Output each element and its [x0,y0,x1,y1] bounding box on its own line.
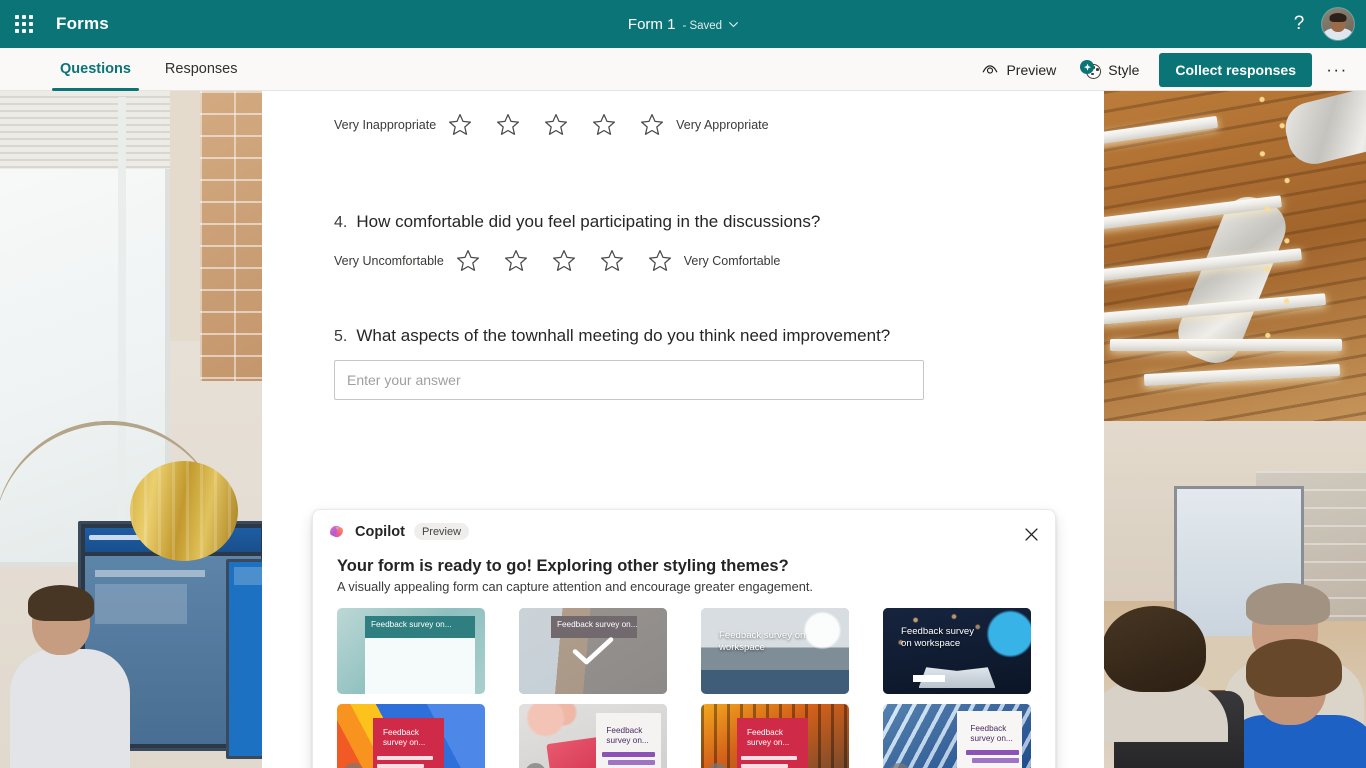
star-4[interactable] [588,249,636,272]
copilot-suggestion-panel: Copilot Preview Your form is ready to go… [312,509,1056,768]
theme-8-line-1 [965,750,1020,755]
theme-4-caption: Feedback survey on workspace [901,626,975,649]
preview-button[interactable]: Preview [971,55,1066,85]
help-icon[interactable]: ? [1280,5,1318,43]
app-title[interactable]: Forms [56,14,109,34]
theme-1-caption: Feedback survey on... [371,620,452,629]
chevron-down-icon[interactable] [729,20,738,30]
theme-6-line-1 [601,752,656,757]
question-5: 5. What aspects of the townhall meeting … [262,272,1104,400]
question-3-stars[interactable] [436,113,676,136]
question-3: Very Inappropriate Very Appropriate [262,91,1104,136]
style-button[interactable]: Style [1070,54,1149,85]
star-3[interactable] [540,249,588,272]
theme-5-line-2 [376,764,425,768]
chevron-down-glyph [729,21,738,27]
theme-6-line-2 [607,760,656,765]
eye-glyph [983,64,998,74]
star-2[interactable] [484,113,532,136]
document-title-button[interactable]: Form 1 - Saved [628,16,738,33]
star-1[interactable] [436,113,484,136]
style-palette-icon [1080,60,1102,79]
theme-thumbnail-grid: Feedback survey on... Feedback survey on… [337,608,1031,768]
avatar[interactable] [1322,8,1354,40]
star-4[interactable] [580,113,628,136]
command-bar: Questions Responses Preview Style Collec… [0,48,1366,91]
question-4-stars[interactable] [444,249,684,272]
star-1[interactable] [444,249,492,272]
form-stage: Very Inappropriate Very Appropriate 4. H… [0,91,1366,768]
question-3-left-label: Very Inappropriate [334,117,437,132]
checkmark-glyph [572,637,614,665]
preview-label: Preview [1006,61,1057,78]
theme-6-caption: Feedback survey on... [606,726,649,746]
tab-list: Questions Responses [52,48,263,91]
theme-7-line-2 [740,764,789,768]
theme-thumbnail-1[interactable]: Feedback survey on... [337,608,485,694]
sparkle-glyph [1083,63,1091,71]
question-4: 4. How comfortable did you feel particip… [262,136,1104,272]
question-4-number: 4. [334,214,348,231]
document-title: Form 1 [627,15,676,33]
theme-4-white-bar [912,675,946,682]
question-5-title: What aspects of the townhall meeting do … [356,326,891,345]
theme-thumbnail-5[interactable]: Feedback survey on... [337,704,485,768]
app-launcher-waffle-icon[interactable] [4,4,44,44]
more-options-icon[interactable]: ··· [1320,53,1354,87]
copilot-logo-icon [327,522,346,541]
theme-thumbnail-6[interactable]: Feedback survey on... [519,704,667,768]
question-5-title-row: 5. What aspects of the townhall meeting … [334,326,1032,346]
theme-thumbnail-7[interactable]: Feedback survey on... [701,704,849,768]
top-bar-right-group: ? [1280,0,1360,48]
theme-2-selected-check-icon [519,608,667,694]
command-bar-actions: Preview Style Collect responses ··· [971,48,1354,91]
theme-thumbnail-2[interactable]: Feedback survey on... [519,608,667,694]
star-5[interactable] [628,113,676,136]
waffle-grid [15,15,33,33]
copilot-preview-badge: Preview [413,523,470,540]
copilot-subheading: A visually appealing form can capture at… [337,579,813,594]
copilot-heading: Your form is ready to go! Exploring othe… [337,557,789,575]
close-icon[interactable] [1017,520,1045,548]
star-5[interactable] [636,249,684,272]
copilot-logo-glyph [330,525,343,538]
question-3-rating-row: Very Inappropriate Very Appropriate [334,113,1032,136]
star-3[interactable] [532,113,580,136]
top-app-bar: Forms Form 1 - Saved ? [0,0,1366,48]
document-title-area: Form 1 - Saved [0,0,1366,48]
document-save-status: - Saved [682,19,723,32]
copilot-header: Copilot Preview [313,510,1055,541]
theme-thumbnail-4[interactable]: Feedback survey on workspace [883,608,1031,694]
close-glyph [1024,527,1038,541]
question-4-title-row: 4. How comfortable did you feel particip… [334,212,1032,232]
tab-questions[interactable]: Questions [52,48,139,91]
theme-thumbnail-3[interactable]: Feedback survey on workspace [701,608,849,694]
theme-5-line-1 [376,756,434,760]
theme-5-caption: Feedback survey on... [382,728,426,748]
question-5-answer-input[interactable] [334,360,924,400]
question-3-right-label: Very Appropriate [676,117,769,132]
theme-8-caption: Feedback survey on... [970,724,1013,744]
avatar-hair [1329,13,1347,23]
eye-icon [981,61,999,79]
copilot-brand-label: Copilot [355,523,405,540]
star-2[interactable] [492,249,540,272]
question-4-right-label: Very Comfortable [683,253,781,268]
copilot-body: Your form is ready to go! Exploring othe… [313,541,1055,768]
theme-7-caption: Feedback survey on... [746,728,790,748]
question-5-number: 5. [334,328,348,345]
question-4-left-label: Very Uncomfortable [334,253,444,268]
theme-8-line-2 [971,758,1020,763]
theme-3-caption: Feedback survey on workspace [719,630,806,653]
question-4-rating-row: Very Uncomfortable Very Comfortable [334,249,1032,272]
question-4-title: How comfortable did you feel participati… [356,212,821,231]
collect-responses-button[interactable]: Collect responses [1159,52,1312,87]
theme-thumbnail-8[interactable]: Feedback survey on... [883,704,1031,768]
tab-responses[interactable]: Responses [157,48,246,91]
style-label: Style [1108,61,1140,78]
theme-7-line-1 [740,756,798,760]
